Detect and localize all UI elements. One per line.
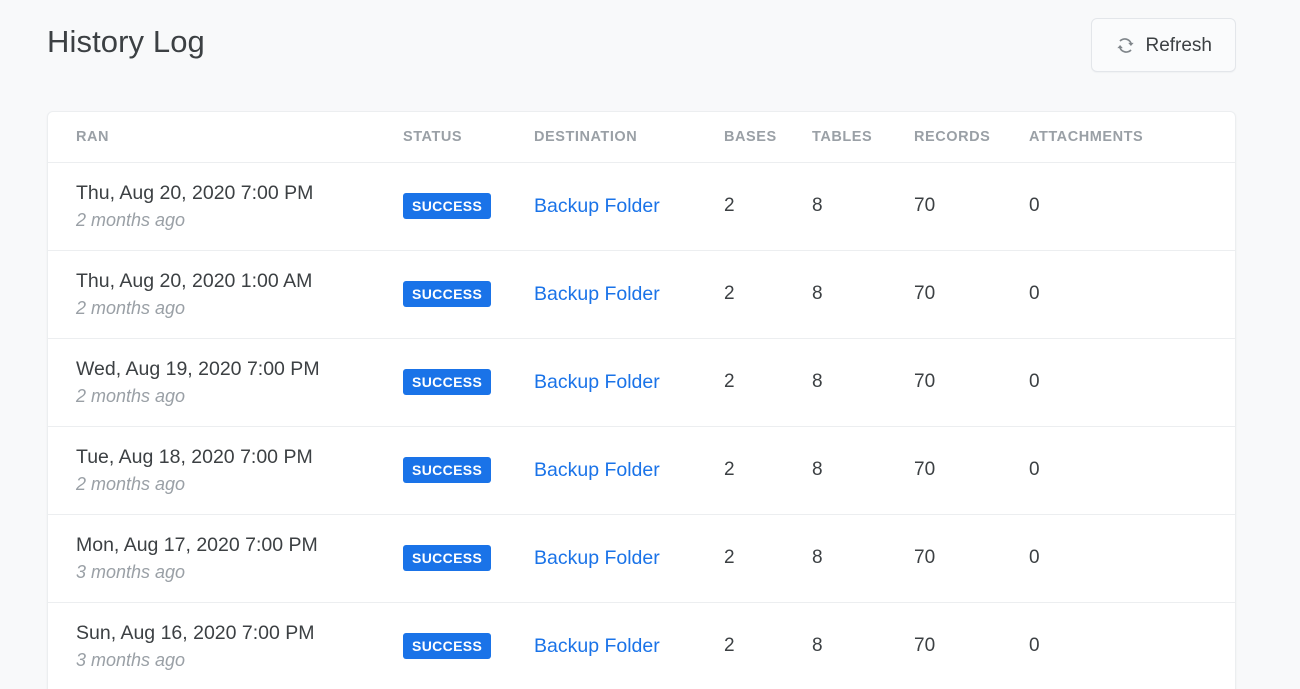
table-row: Sun, Aug 16, 2020 7:00 PM 3 months agoSUC…	[48, 602, 1235, 689]
page-title: History Log	[47, 12, 205, 62]
cell-records: 70	[914, 338, 1029, 426]
cell-attachments: 0	[1029, 514, 1235, 602]
ran-datetime: Wed, Aug 19, 2020 7:00 PM	[76, 357, 403, 381]
cell-bases: 2	[724, 250, 812, 338]
cell-tables: 8	[812, 250, 914, 338]
destination-link[interactable]: Backup Folder	[534, 459, 660, 481]
cell-status: SUCCESS	[403, 602, 534, 689]
table-header-row: RAN STATUS DESTINATION BASES TABLES RECO…	[48, 112, 1235, 162]
cell-destination: Backup Folder	[534, 602, 724, 689]
history-log-page: History Log Refresh RAN STATUS DESTINATI…	[0, 0, 1300, 689]
cell-bases: 2	[724, 426, 812, 514]
cell-destination: Backup Folder	[534, 426, 724, 514]
ran-relative-time: 3 months ago	[76, 560, 403, 584]
status-badge: SUCCESS	[403, 633, 491, 659]
cell-status: SUCCESS	[403, 338, 534, 426]
table-header: RAN STATUS DESTINATION BASES TABLES RECO…	[48, 112, 1235, 162]
cell-records: 70	[914, 162, 1029, 250]
refresh-button[interactable]: Refresh	[1091, 18, 1236, 72]
ran-datetime: Mon, Aug 17, 2020 7:00 PM	[76, 533, 403, 557]
cell-records: 70	[914, 250, 1029, 338]
ran-relative-time: 2 months ago	[76, 296, 403, 320]
column-header-attachments: ATTACHMENTS	[1029, 112, 1235, 162]
ran-datetime: Thu, Aug 20, 2020 1:00 AM	[76, 269, 403, 293]
ran-datetime: Tue, Aug 18, 2020 7:00 PM	[76, 445, 403, 469]
page-header: History Log Refresh	[0, 0, 1300, 100]
ran-datetime: Sun, Aug 16, 2020 7:00 PM	[76, 621, 403, 645]
cell-ran: Thu, Aug 20, 2020 7:00 PM 2 months ago	[48, 162, 403, 250]
destination-link[interactable]: Backup Folder	[534, 547, 660, 569]
status-badge: SUCCESS	[403, 545, 491, 571]
cell-bases: 2	[724, 602, 812, 689]
cell-attachments: 0	[1029, 426, 1235, 514]
cell-tables: 8	[812, 338, 914, 426]
ran-relative-time: 2 months ago	[76, 472, 403, 496]
destination-link[interactable]: Backup Folder	[534, 371, 660, 393]
cell-destination: Backup Folder	[534, 514, 724, 602]
destination-link[interactable]: Backup Folder	[534, 195, 660, 217]
cell-destination: Backup Folder	[534, 250, 724, 338]
cell-status: SUCCESS	[403, 514, 534, 602]
table-body: Thu, Aug 20, 2020 7:00 PM2 months agoSUC…	[48, 162, 1235, 689]
refresh-icon	[1115, 35, 1136, 56]
table-row: Mon, Aug 17, 2020 7:00 PM 3 months agoSUC…	[48, 514, 1235, 602]
column-header-tables: TABLES	[812, 112, 914, 162]
ran-relative-time: 2 months ago	[76, 208, 403, 232]
cell-destination: Backup Folder	[534, 338, 724, 426]
cell-status: SUCCESS	[403, 250, 534, 338]
table-row: Tue, Aug 18, 2020 7:00 PM 2 months agoSUC…	[48, 426, 1235, 514]
status-badge: SUCCESS	[403, 281, 491, 307]
column-header-records: RECORDS	[914, 112, 1029, 162]
column-header-bases: BASES	[724, 112, 812, 162]
destination-link[interactable]: Backup Folder	[534, 635, 660, 657]
cell-bases: 2	[724, 514, 812, 602]
column-header-ran: RAN	[48, 112, 403, 162]
cell-status: SUCCESS	[403, 162, 534, 250]
status-badge: SUCCESS	[403, 193, 491, 219]
cell-records: 70	[914, 514, 1029, 602]
destination-link[interactable]: Backup Folder	[534, 283, 660, 305]
table-row: Wed, Aug 19, 2020 7:00 PM 2 months agoSUC…	[48, 338, 1235, 426]
cell-attachments: 0	[1029, 162, 1235, 250]
cell-bases: 2	[724, 338, 812, 426]
cell-ran: Tue, Aug 18, 2020 7:00 PM 2 months ago	[48, 426, 403, 514]
cell-tables: 8	[812, 426, 914, 514]
cell-tables: 8	[812, 602, 914, 689]
table-row: Thu, Aug 20, 2020 7:00 PM 2 months agoSUC…	[48, 162, 1235, 250]
cell-ran: Thu, Aug 20, 2020 1:00 AM 2 months ago	[48, 250, 403, 338]
column-header-destination: DESTINATION	[534, 112, 724, 162]
cell-attachments: 0	[1029, 250, 1235, 338]
cell-ran: Wed, Aug 19, 2020 7:00 PM 2 months ago	[48, 338, 403, 426]
cell-attachments: 0	[1029, 338, 1235, 426]
cell-records: 70	[914, 602, 1029, 689]
ran-relative-time: 3 months ago	[76, 648, 403, 672]
cell-status: SUCCESS	[403, 426, 534, 514]
cell-attachments: 0	[1029, 602, 1235, 689]
history-log-card: RAN STATUS DESTINATION BASES TABLES RECO…	[47, 111, 1236, 689]
cell-tables: 8	[812, 162, 914, 250]
cell-tables: 8	[812, 514, 914, 602]
history-table: RAN STATUS DESTINATION BASES TABLES RECO…	[48, 112, 1235, 689]
cell-bases: 2	[724, 162, 812, 250]
ran-relative-time: 2 months ago	[76, 384, 403, 408]
status-badge: SUCCESS	[403, 457, 491, 483]
cell-ran: Sun, Aug 16, 2020 7:00 PM 3 months ago	[48, 602, 403, 689]
cell-ran: Mon, Aug 17, 2020 7:00 PM 3 months ago	[48, 514, 403, 602]
cell-records: 70	[914, 426, 1029, 514]
status-badge: SUCCESS	[403, 369, 491, 395]
refresh-button-label: Refresh	[1145, 36, 1212, 55]
column-header-status: STATUS	[403, 112, 534, 162]
ran-datetime: Thu, Aug 20, 2020 7:00 PM	[76, 181, 403, 205]
table-row: Thu, Aug 20, 2020 1:00 AM 2 months agoSUC…	[48, 250, 1235, 338]
cell-destination: Backup Folder	[534, 162, 724, 250]
